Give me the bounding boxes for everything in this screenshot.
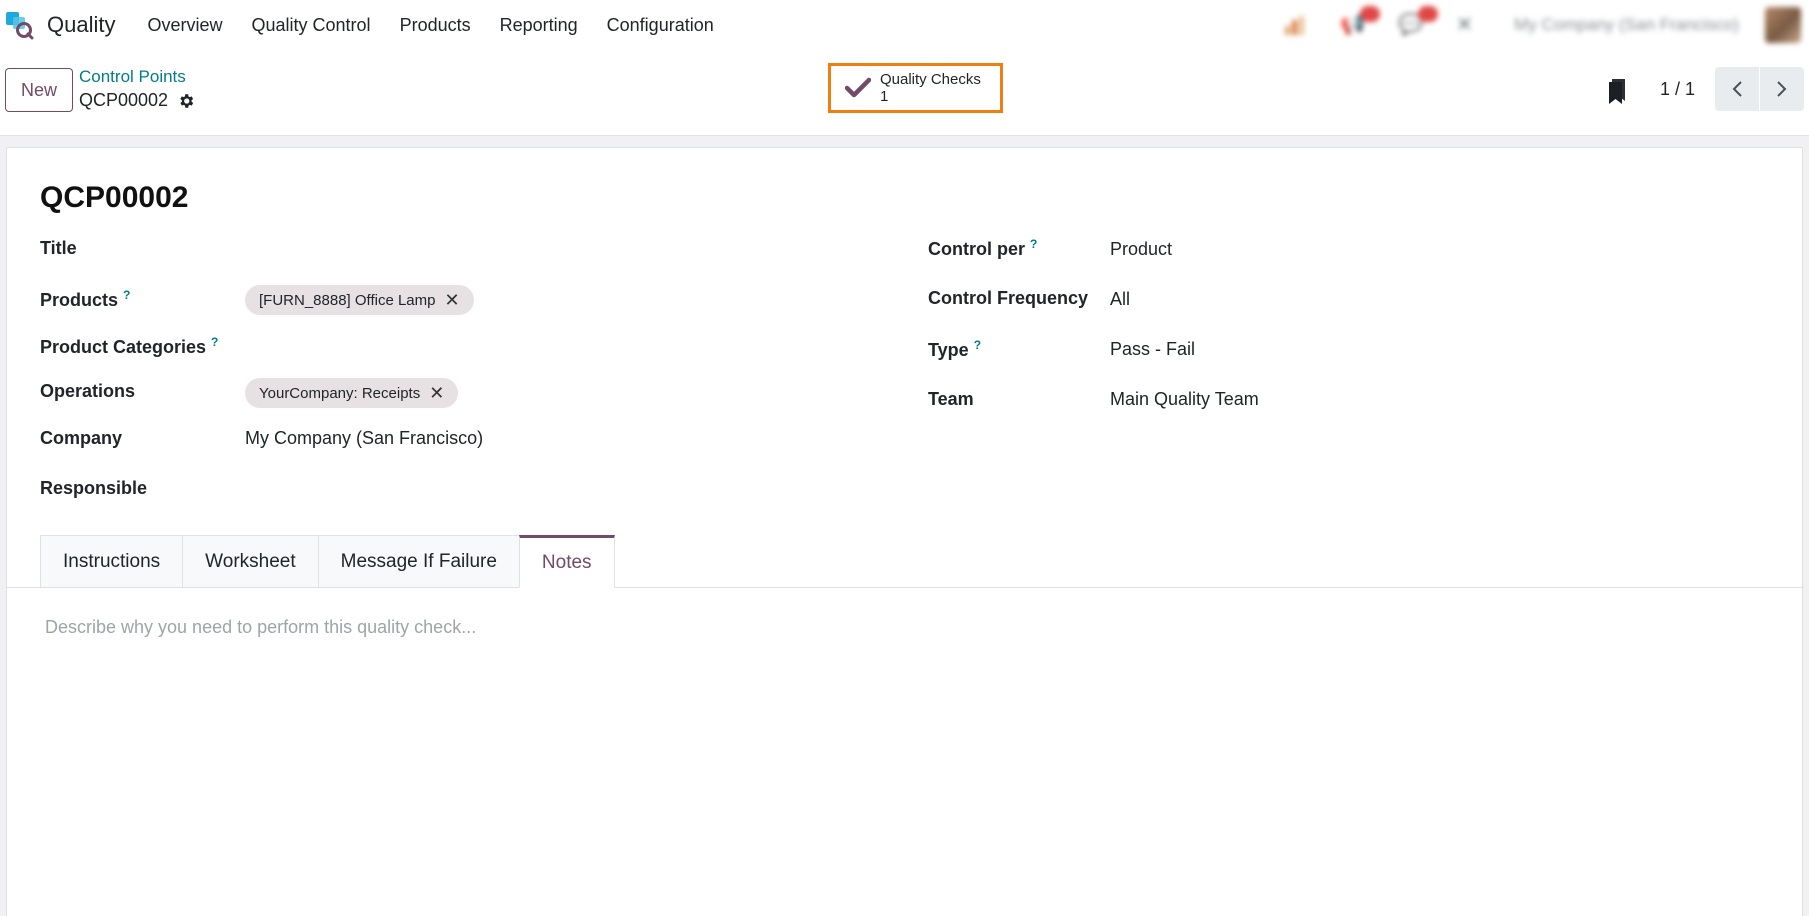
type-field[interactable]: Pass - Fail [1110,339,1195,360]
close-icon[interactable]: ✕ [444,291,459,309]
operations-tag-label: YourCompany: Receipts [259,384,421,402]
new-button[interactable]: New [5,68,73,112]
team-field[interactable]: Main Quality Team [1110,389,1259,410]
control-frequency-field[interactable]: All [1110,289,1130,310]
tab-instructions[interactable]: Instructions [40,535,183,588]
pager-value[interactable]: 1 / 1 [1660,79,1695,100]
operations-label: Operations [40,381,136,401]
activity-icon[interactable] [1282,12,1312,38]
pager-previous-button[interactable] [1715,67,1759,111]
products-label: Products? [40,288,130,311]
menu-configuration[interactable]: Configuration [607,15,714,36]
smart-button-count: 1 [880,88,889,105]
bookmark-icon[interactable] [1606,77,1628,105]
form-sheet: QCP00002 Title Products? [FURN_8888] Off… [6,147,1804,916]
pager-next-button[interactable] [1760,67,1804,111]
control-per-help-icon[interactable]: ? [1030,237,1037,251]
type-label-text: Type [928,340,969,360]
breadcrumb-control-points[interactable]: Control Points [79,67,195,87]
app-title[interactable]: Quality [47,12,115,38]
control-panel: New Control Points QCP00002 Quality Chec… [0,50,1809,136]
tab-message-if-failure[interactable]: Message If Failure [317,535,519,588]
record-title[interactable]: QCP00002 [40,181,188,215]
company-label: Company [40,428,123,448]
products-tag: [FURN_8888] Office Lamp ✕ [245,285,474,315]
products-label-text: Products [40,290,119,310]
products-help-icon[interactable]: ? [123,288,130,302]
company-field[interactable]: My Company (San Francisco) [245,428,483,449]
user-avatar[interactable] [1765,7,1801,43]
notebook-tabs: Instructions Worksheet Message If Failur… [40,535,615,588]
gear-icon[interactable] [177,92,195,110]
control-per-label-text: Control per [928,239,1025,259]
product-categories-label-text: Product Categories [40,337,207,357]
type-label: Type? [928,338,981,361]
menu-products[interactable]: Products [400,15,471,36]
quality-app-icon[interactable] [4,8,38,42]
smart-button-label: Quality Checks [880,71,981,88]
menu-reporting[interactable]: Reporting [500,15,578,36]
breadcrumb: Control Points QCP00002 [79,67,195,111]
team-label: Team [928,389,974,409]
control-per-field[interactable]: Product [1110,239,1172,260]
close-icon[interactable]: ✕ [429,384,444,402]
products-tag-label: [FURN_8888] Office Lamp [259,291,436,309]
control-frequency-label: Control Frequency [928,288,1089,308]
product-categories-help-icon[interactable]: ? [211,335,218,349]
systray: 📢 💬 ✕ My Company (San Francisco) [1282,0,1809,50]
company-switcher[interactable]: My Company (San Francisco) [1514,15,1739,35]
control-per-label: Control per? [928,237,1037,260]
menu-quality-control[interactable]: Quality Control [252,15,371,36]
chevron-left-icon [1732,81,1742,97]
menu-overview[interactable]: Overview [147,15,222,36]
title-label: Title [40,238,77,258]
chevron-right-icon [1777,81,1787,97]
operations-tag: YourCompany: Receipts ✕ [245,378,459,408]
product-categories-label: Product Categories? [40,335,218,358]
top-navbar: Quality Overview Quality Control Product… [0,0,1809,50]
quality-checks-smart-button[interactable]: Quality Checks 1 [828,63,1003,113]
check-icon [845,77,871,98]
type-help-icon[interactable]: ? [974,338,981,352]
tab-notes[interactable]: Notes [518,535,615,588]
discuss-icon[interactable]: 📢 [1340,6,1381,38]
responsible-label: Responsible [40,478,148,498]
chat-icon[interactable]: 💬 [1398,6,1439,38]
company-switch-icon[interactable]: ✕ [1456,12,1486,38]
tab-worksheet[interactable]: Worksheet [182,535,318,588]
notes-editor[interactable]: Describe why you need to perform this qu… [45,617,476,638]
breadcrumb-current-record: QCP00002 [79,90,169,110]
